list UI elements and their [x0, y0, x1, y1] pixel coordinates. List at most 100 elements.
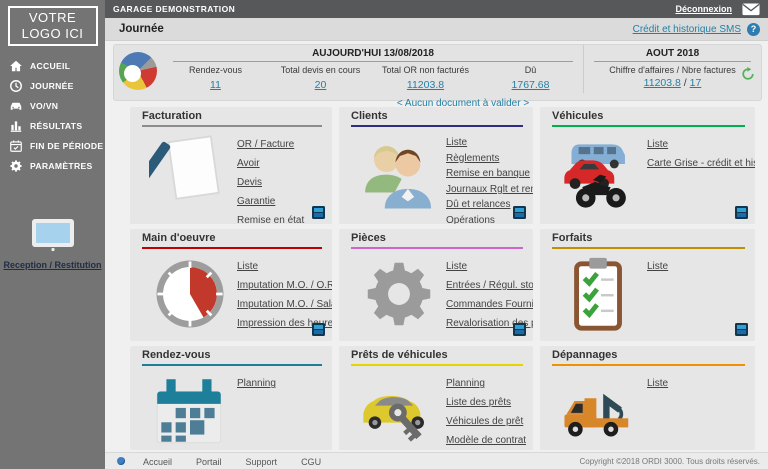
sidebar-item-resultats[interactable]: RÉSULTATS [0, 116, 105, 136]
card-accent-rule [351, 364, 523, 366]
card-title: Prêts de véhicules [351, 349, 523, 362]
sidebar-item-label: RÉSULTATS [30, 121, 82, 131]
month-metric-label: Chiffre d'affaires / Nbre factures [584, 65, 761, 75]
card-link[interactable]: Liste [237, 257, 332, 276]
card-link[interactable]: Remise en banque [446, 166, 533, 182]
card-facturation: Facturation OR / FactureAvoirDevisGaranti… [130, 107, 332, 224]
pen-paper-icon [142, 129, 237, 224]
footer-links: Accueil Portail Support CGU [143, 452, 345, 469]
card-accent-rule [351, 125, 523, 127]
card-forfaits: Forfaits Liste [540, 229, 755, 341]
sidebar: VOTRE LOGO ICI ACCUEILJOURNÉEVO/VNRÉSULT… [0, 0, 105, 469]
calendar-check-icon [9, 139, 23, 153]
sidebar-item-label: JOURNÉE [30, 81, 74, 91]
footer-link[interactable]: CGU [301, 457, 321, 467]
card-link[interactable]: Imputation M.O. / Salarié [237, 295, 332, 314]
mini-monitor-icon[interactable] [735, 206, 748, 219]
card-link[interactable]: Entrées / Régul. stock [446, 276, 533, 295]
revenue-value-link[interactable]: 11203.8 [644, 77, 681, 89]
sidebar-item-label: FIN DE PÉRIODE [30, 141, 103, 151]
sidebar-item-parametres[interactable]: PARAMÈTRES [0, 156, 105, 176]
sidebar-item-vo-vn[interactable]: VO/VN [0, 96, 105, 116]
card-link[interactable]: Remise en état [237, 211, 322, 224]
sidebar-item-accueil[interactable]: ACCUEIL [0, 56, 105, 76]
metric-total-devis-en-cours: Total devis en cours20 [268, 65, 373, 93]
metric-separator: / [684, 77, 687, 89]
card-title: Clients [351, 110, 523, 123]
card-title: Dépannages [552, 349, 745, 362]
car-key-icon [351, 368, 446, 450]
card-link[interactable]: Journaux Rglt et remises [446, 182, 533, 198]
card-link[interactable]: Modèle de contrat [446, 431, 526, 450]
invoice-count-link[interactable]: 17 [690, 77, 702, 89]
card-link[interactable]: Planning [237, 374, 322, 393]
metric-value-link[interactable]: 11203.8 [407, 79, 444, 91]
card-link[interactable]: Liste [647, 135, 755, 154]
card-link[interactable]: Devis [237, 173, 322, 192]
card-title: Rendez-vous [142, 349, 322, 362]
metric-value-link[interactable]: 1767.68 [512, 79, 550, 91]
logout-link[interactable]: Déconnexion [675, 4, 732, 14]
card-title: Forfaits [552, 232, 745, 245]
gear-icon [9, 159, 23, 173]
clipboard-icon [552, 251, 647, 334]
card-title: Facturation [142, 110, 322, 123]
sidebar-item-journee[interactable]: JOURNÉE [0, 76, 105, 96]
card-link[interactable]: Liste [647, 257, 745, 276]
card-link[interactable]: Liste [446, 135, 533, 151]
today-section: AUJOURD'HUI 13/08/2018 Rendez-vous 11 Tota… [163, 45, 583, 93]
card-accent-rule [552, 364, 745, 366]
sidebar-item-fin-de-periode[interactable]: FIN DE PÉRIODE [0, 136, 105, 156]
card-link[interactable]: Garantie [237, 192, 322, 211]
refresh-icon[interactable] [741, 67, 755, 81]
card-link[interactable]: Liste [446, 257, 533, 276]
help-icon[interactable]: ? [747, 23, 760, 36]
card-accent-rule [351, 247, 523, 249]
app-title: GARAGE DEMONSTRATION [113, 4, 235, 14]
top-bar: GARAGE DEMONSTRATION Déconnexion [105, 0, 768, 18]
mini-monitor-icon[interactable] [513, 323, 526, 336]
sms-credit-link[interactable]: Crédit et historique SMS [633, 24, 741, 35]
mini-monitor-icon[interactable] [735, 323, 748, 336]
metric-label: Total OR non facturés [373, 65, 478, 75]
gear-large-icon [351, 251, 446, 334]
mini-monitor-icon[interactable] [312, 206, 325, 219]
monitor-icon [31, 218, 75, 252]
card-link[interactable]: Véhicules de prêt [446, 412, 526, 431]
card-accent-rule [142, 364, 322, 366]
card-link[interactable]: Imputation M.O. / O.R. [237, 276, 332, 295]
footer-link[interactable]: Accueil [143, 457, 172, 467]
reception-restitution-link[interactable]: Reception / Restitution [0, 260, 105, 270]
card-link[interactable]: Avoir [237, 154, 322, 173]
card-title: Main d'oeuvre [142, 232, 322, 245]
car-icon [9, 99, 23, 113]
logo-line1: VOTRE [29, 10, 76, 26]
card-link[interactable]: OR / Facture [237, 135, 322, 154]
metric-label: Dû [478, 65, 583, 75]
card-link[interactable]: Commandes Fournisseurs [446, 295, 533, 314]
month-section: AOUT 2018 Chiffre d'affaires / Nbre fact… [583, 45, 761, 93]
card-clients: Clients ListeRèglementsRemise en banqueJo… [339, 107, 533, 224]
metric-value-link[interactable]: 11 [210, 79, 221, 91]
card-link[interactable]: Planning [446, 374, 526, 393]
envelope-icon[interactable] [742, 3, 760, 16]
card-vehicules: VéhiculesListeCarte Grise - crédit et hi… [540, 107, 755, 224]
card-link[interactable]: Carte Grise - crédit et histo. [647, 154, 755, 173]
metric-label: Rendez-vous [163, 65, 268, 75]
metric-du: Dû 1767.68 [478, 65, 583, 93]
mini-monitor-icon[interactable] [312, 323, 325, 336]
card-link[interactable]: Règlements [446, 151, 533, 167]
summary-panel: AUJOURD'HUI 13/08/2018 Rendez-vous 11 Tota… [113, 44, 762, 101]
card-link[interactable]: Liste des prêts [446, 393, 526, 412]
card-accent-rule [552, 247, 745, 249]
sidebar-menu: ACCUEIL JOURNÉE VO/VN RÉSULTATS FIN DE PÉRIO… [0, 56, 105, 176]
card-link[interactable]: Liste [647, 374, 745, 393]
metric-value-link[interactable]: 20 [315, 79, 327, 91]
card-title: Pièces [351, 232, 523, 245]
footer-link[interactable]: Portail [196, 457, 222, 467]
today-title: AUJOURD'HUI 13/08/2018 [173, 45, 573, 62]
stats-pie-icon [119, 52, 157, 90]
footer-link[interactable]: Support [246, 457, 278, 467]
mini-monitor-icon[interactable] [513, 206, 526, 219]
home-icon [9, 59, 23, 73]
